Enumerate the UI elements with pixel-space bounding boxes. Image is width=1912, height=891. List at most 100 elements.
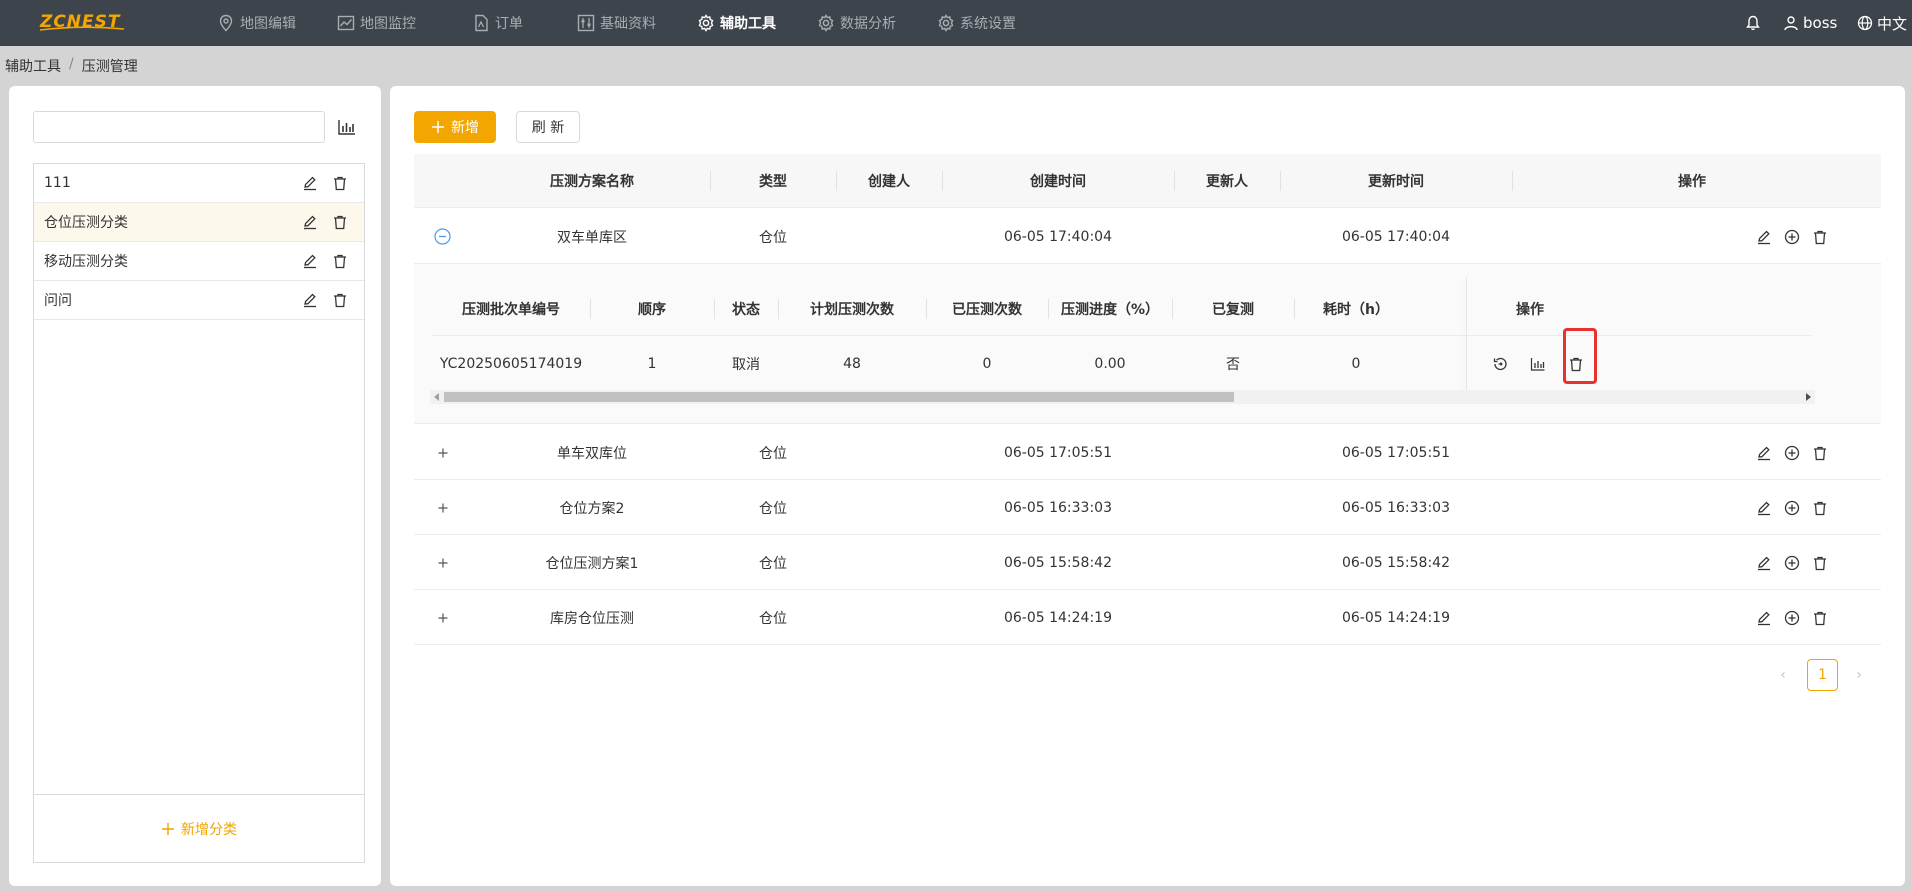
cell-name: 单车双库位 [557, 445, 627, 462]
edit-icon[interactable] [1756, 445, 1772, 461]
column-header-updater: 更新人 [1206, 174, 1248, 190]
document-icon [475, 14, 488, 32]
row-actions [1756, 590, 1828, 645]
nav-item-system-settings[interactable]: 系统设置 [937, 0, 1016, 46]
edit-icon[interactable] [302, 175, 318, 191]
table-row: 库房仓位压测 仓位 06-05 14:24:19 06-05 14:24:19 [414, 590, 1881, 645]
expand-row-button[interactable] [434, 444, 451, 461]
cell-updated: 06-05 17:05:51 [1341, 444, 1450, 461]
scroll-right-arrow[interactable] [1806, 393, 1811, 401]
delete-icon[interactable] [1812, 500, 1828, 516]
category-item[interactable]: 111 [34, 164, 364, 203]
bar-chart-icon [338, 120, 355, 135]
refresh-button[interactable]: 刷 新 [516, 111, 580, 143]
add-circle-icon[interactable] [1784, 610, 1800, 626]
nav-item-map-monitor[interactable]: 地图监控 [337, 0, 416, 46]
edit-icon[interactable] [1756, 229, 1772, 245]
table-row: 双车单库区 仓位 06-05 17:40:04 06-05 17:40:04 [414, 209, 1881, 264]
add-circle-icon[interactable] [1784, 445, 1800, 461]
category-item[interactable]: 问问 [34, 281, 364, 320]
plus-icon [438, 558, 447, 567]
nav-item-orders[interactable]: 订单 [472, 0, 523, 46]
row-actions [1756, 535, 1828, 590]
sliders-icon [577, 14, 595, 32]
scroll-left-arrow[interactable] [434, 393, 439, 401]
pagination-prev[interactable]: ‹ [1773, 659, 1793, 691]
breadcrumb-separator: / [69, 56, 74, 72]
add-circle-icon[interactable] [1784, 229, 1800, 245]
delete-icon[interactable] [1812, 229, 1828, 245]
cell-creator [836, 209, 942, 264]
nav-item-basic-data[interactable]: 基础资料 [577, 0, 656, 46]
stats-button[interactable] [334, 114, 360, 140]
nav-label: 地图编辑 [240, 16, 296, 32]
delete-icon[interactable] [1812, 610, 1828, 626]
edit-icon[interactable] [302, 292, 318, 308]
delete-icon[interactable] [1812, 445, 1828, 461]
plan-table-header: 压测方案名称 类型 创建人 创建时间 更新人 更新时间 操作 [414, 154, 1881, 208]
zcnest-logo[interactable]: ZCNEST [38, 8, 126, 36]
nav-item-aux-tools[interactable]: 辅助工具 [697, 0, 776, 46]
cell-updated: 06-05 15:58:42 [1341, 554, 1450, 571]
add-circle-icon[interactable] [1784, 555, 1800, 571]
plan-panel: 新增 刷 新 压测方案名称 类型 创建人 创建时间 更新人 更新时间 操作 双车… [390, 86, 1905, 886]
cell-updated: 06-05 16:33:03 [1341, 499, 1450, 516]
notification-button[interactable] [1745, 0, 1765, 46]
breadcrumb-root[interactable]: 辅助工具 [5, 56, 61, 76]
delete-icon[interactable] [332, 253, 348, 269]
category-list: 111 仓位压测分类 移动压测分类 问问 新增分类 [33, 163, 365, 863]
cell-updater [1174, 209, 1280, 264]
language-switcher[interactable]: 中文 [1857, 0, 1907, 46]
category-item[interactable]: 仓位压测分类 [34, 203, 364, 242]
cell-type: 仓位 [759, 610, 787, 627]
nav-item-map-edit[interactable]: 地图编辑 [217, 0, 296, 46]
cell-planned: 48 [843, 355, 861, 372]
breadcrumb: 辅助工具 / 压测管理 [5, 56, 138, 76]
edit-icon[interactable] [1756, 555, 1772, 571]
cell-name: 仓位方案2 [559, 500, 625, 517]
nav-label: 地图监控 [360, 16, 416, 32]
cell-duration: 0 [1351, 355, 1361, 372]
expand-row-button[interactable] [434, 609, 451, 626]
collapse-row-button[interactable] [434, 228, 451, 245]
user-menu[interactable]: boss [1783, 0, 1837, 46]
nav-item-data-analysis[interactable]: 数据分析 [817, 0, 896, 46]
edit-icon[interactable] [302, 214, 318, 230]
sub-header-progress: 压测进度（%） [1060, 302, 1160, 318]
expand-row-button[interactable] [434, 554, 451, 571]
category-search-input[interactable] [33, 111, 325, 143]
plus-icon [432, 121, 444, 133]
table-row: 仓位压测方案1 仓位 06-05 15:58:42 06-05 15:58:42 [414, 535, 1881, 590]
expand-row-button[interactable] [434, 499, 451, 516]
delete-icon[interactable] [332, 292, 348, 308]
cell-creator [836, 535, 942, 590]
scrollbar-thumb[interactable] [444, 392, 1234, 402]
column-header-created: 创建时间 [1030, 174, 1086, 190]
add-plan-button[interactable]: 新增 [414, 111, 496, 143]
pagination-page[interactable]: 1 [1807, 659, 1838, 691]
delete-icon[interactable] [332, 175, 348, 191]
edit-icon[interactable] [1756, 500, 1772, 516]
cell-created: 06-05 15:58:42 [1003, 554, 1112, 571]
delete-icon[interactable] [1812, 555, 1828, 571]
add-circle-icon[interactable] [1784, 500, 1800, 516]
gear-icon [938, 14, 954, 32]
edit-icon[interactable] [1756, 610, 1772, 626]
retest-icon[interactable] [1492, 356, 1508, 372]
plus-icon [438, 503, 447, 512]
location-pin-icon [219, 14, 233, 32]
horizontal-scrollbar[interactable] [430, 390, 1815, 404]
nav-label: 订单 [495, 16, 523, 32]
add-category-button[interactable]: 新增分类 [34, 794, 364, 862]
bar-chart-icon[interactable] [1530, 356, 1546, 372]
language-label: 中文 [1877, 14, 1908, 33]
edit-icon[interactable] [302, 253, 318, 269]
cell-name: 仓位压测方案1 [545, 555, 639, 572]
category-item[interactable]: 移动压测分类 [34, 242, 364, 281]
refresh-label: 刷 新 [531, 120, 565, 136]
plus-icon [438, 613, 447, 622]
delete-icon[interactable] [332, 214, 348, 230]
cell-progress: 0.00 [1094, 355, 1126, 372]
pagination-next[interactable]: › [1849, 659, 1869, 691]
sub-header-duration: 耗时（h） [1323, 302, 1389, 318]
